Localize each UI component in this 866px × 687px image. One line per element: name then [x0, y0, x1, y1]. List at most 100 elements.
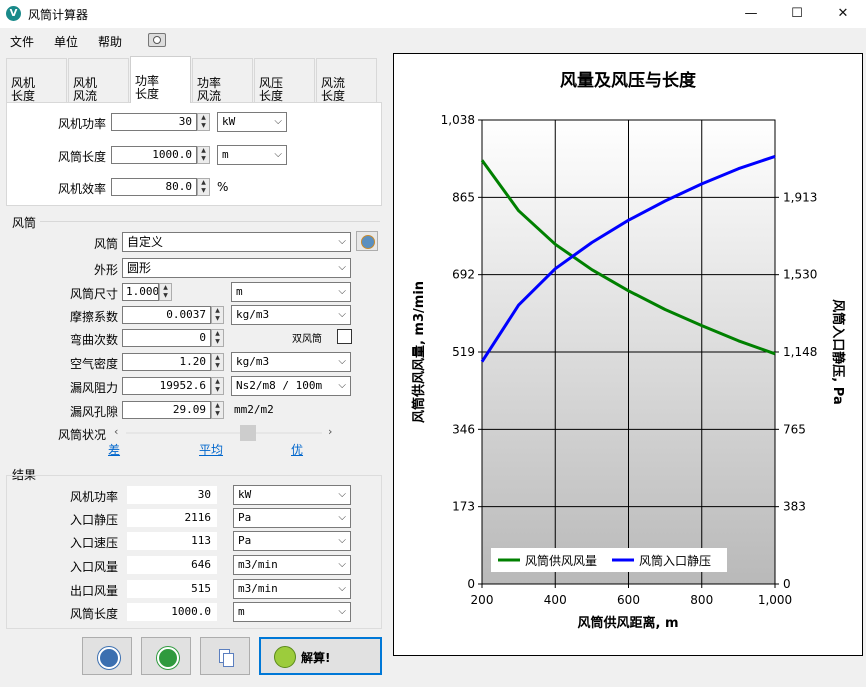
- result-value: 2116: [127, 509, 217, 527]
- menu-help[interactable]: 帮助: [98, 33, 122, 50]
- leak-hole-label: 漏风孔隙: [70, 405, 119, 419]
- select-value: m: [236, 285, 243, 298]
- camera-icon[interactable]: [148, 33, 166, 47]
- fan-efficiency-input[interactable]: 80.0: [111, 178, 197, 196]
- y-tick-label: 865: [452, 190, 475, 204]
- chevron-down-icon: ⌵: [338, 356, 346, 367]
- y-tick-label: 692: [452, 268, 475, 282]
- duct-size-spinner[interactable]: ▲ ▼: [159, 283, 172, 301]
- duct-size-unit-select[interactable]: m ⌵: [231, 282, 351, 302]
- duct-settings-button[interactable]: [356, 231, 378, 251]
- condition-good-link[interactable]: 优: [291, 441, 303, 458]
- air-density-spinner[interactable]: ▲ ▼: [211, 353, 224, 371]
- y-axis-title: 风筒供风风量, m3/min: [411, 281, 427, 423]
- bends-input[interactable]: 0: [122, 329, 211, 347]
- result-unit-select[interactable]: m3/min ⌵: [233, 555, 351, 575]
- legend-label-pressure: 风筒入口静压: [639, 553, 711, 568]
- copy-button[interactable]: [200, 637, 250, 675]
- y-tick-label: 346: [452, 422, 475, 436]
- result-unit-select[interactable]: kW ⌵: [233, 485, 351, 505]
- tab-power-flow[interactable]: 功率 风流: [192, 58, 253, 103]
- window-title: 风筒计算器: [28, 8, 89, 22]
- y2-tick-label: 0: [783, 577, 791, 591]
- double-duct-checkbox[interactable]: [337, 329, 352, 344]
- result-label: 入口速压: [70, 536, 119, 550]
- friction-unit-select[interactable]: kg/m3 ⌵: [231, 305, 351, 325]
- select-value: m: [238, 605, 245, 618]
- duct-length-unit-select[interactable]: m ⌵: [217, 145, 287, 165]
- air-density-unit-select[interactable]: kg/m3 ⌵: [231, 352, 351, 372]
- tab-fan-length[interactable]: 风机 长度: [6, 58, 67, 103]
- y-tick-label: 0: [467, 577, 475, 591]
- duct-length-spinner[interactable]: ▲ ▼: [197, 146, 210, 164]
- condition-poor-link[interactable]: 差: [108, 441, 120, 458]
- fan-efficiency-spinner[interactable]: ▲ ▼: [197, 178, 210, 196]
- result-unit-select[interactable]: m3/min ⌵: [233, 579, 351, 599]
- app-icon: V: [6, 6, 21, 21]
- select-value: kg/m3: [236, 308, 270, 321]
- duct-type-select[interactable]: 自定义 ⌵: [122, 232, 351, 252]
- slider-thumb[interactable]: [239, 425, 256, 441]
- tab-fan-flow[interactable]: 风机 风流: [68, 58, 129, 103]
- menu-file[interactable]: 文件: [10, 33, 34, 50]
- slider-track: [126, 432, 322, 434]
- fan-power-unit-select[interactable]: kW ⌵: [217, 112, 287, 132]
- chevron-down-icon: ⌵: [338, 489, 346, 500]
- maximize-button[interactable]: ☐: [774, 0, 820, 28]
- fan-power-spinner[interactable]: ▲ ▼: [197, 113, 210, 131]
- duct-group-divider: [40, 221, 380, 222]
- fan-icon: [98, 647, 120, 669]
- result-unit-select[interactable]: Pa ⌵: [233, 508, 351, 528]
- double-duct-label: 双风筒: [292, 334, 322, 345]
- result-label: 出口风量: [70, 584, 119, 598]
- legend-label-flow: 风筒供风风量: [525, 553, 597, 568]
- copy-icon-front: [223, 653, 234, 667]
- x-tick-label: 800: [690, 593, 713, 607]
- friction-input[interactable]: 0.0037: [122, 306, 211, 324]
- duct-size-input[interactable]: 1.000: [122, 283, 159, 301]
- chevron-down-icon: ⌵: [338, 606, 346, 617]
- result-value: 30: [127, 486, 217, 504]
- duct-shape-select[interactable]: 圆形 ⌵: [122, 258, 351, 278]
- minimize-button[interactable]: —: [728, 0, 774, 28]
- menu-units[interactable]: 单位: [54, 33, 78, 50]
- select-value: kW: [238, 488, 252, 501]
- result-unit-select[interactable]: Pa ⌵: [233, 531, 351, 551]
- leak-resistance-unit-select[interactable]: Ns2/m8 / 100m ⌵: [231, 376, 351, 396]
- close-button[interactable]: ✕: [820, 0, 866, 28]
- select-value: m: [222, 148, 229, 161]
- air-density-input[interactable]: 1.20: [122, 353, 211, 371]
- tab-flow-length[interactable]: 风流 长度: [316, 58, 377, 103]
- condition-average-link[interactable]: 平均: [199, 441, 223, 458]
- y2-axis-title: 风筒入口静压, Pa: [830, 299, 846, 404]
- chevron-right-icon[interactable]: ›: [328, 425, 332, 438]
- y2-tick-label: 1,913: [783, 190, 817, 204]
- result-unit-select[interactable]: m ⌵: [233, 602, 351, 622]
- friction-spinner[interactable]: ▲ ▼: [211, 306, 224, 324]
- fan-power-input[interactable]: 30: [111, 113, 197, 131]
- chevron-down-icon: ⌵: [274, 149, 282, 160]
- condition-slider[interactable]: ‹ ›: [114, 425, 336, 441]
- solve-button[interactable]: 解算!: [259, 637, 382, 675]
- leak-hole-spinner[interactable]: ▲ ▼: [211, 401, 224, 419]
- leak-resistance-input[interactable]: 19952.6: [122, 377, 211, 395]
- duct-length-input[interactable]: 1000.0: [111, 146, 197, 164]
- duct-shape-label: 外形: [94, 263, 119, 277]
- chevron-left-icon[interactable]: ‹: [114, 425, 118, 438]
- select-value: Pa: [238, 511, 252, 524]
- y-tick-label: 1,038: [441, 113, 475, 127]
- recycle-icon: [157, 647, 179, 669]
- chart-svg: 0 173 346 519 692 865 1,038 200 400 600 800 1,000 0 3…: [411, 70, 846, 631]
- tab-power-length[interactable]: 功率 长度: [130, 56, 191, 103]
- leak-hole-input[interactable]: 29.09: [122, 401, 211, 419]
- bends-spinner[interactable]: ▲ ▼: [211, 329, 224, 347]
- recycle-button[interactable]: [141, 637, 191, 675]
- duct-type-label: 风筒: [94, 237, 119, 251]
- chevron-down-icon: ⌵: [338, 559, 346, 570]
- select-value: 自定义: [127, 235, 164, 249]
- fan-button[interactable]: [82, 637, 132, 675]
- leak-resistance-spinner[interactable]: ▲ ▼: [211, 377, 224, 395]
- chevron-down-icon: ⌵: [338, 583, 346, 594]
- tab-pressure-length[interactable]: 风压 长度: [254, 58, 315, 103]
- chevron-down-icon: ⌵: [338, 309, 346, 320]
